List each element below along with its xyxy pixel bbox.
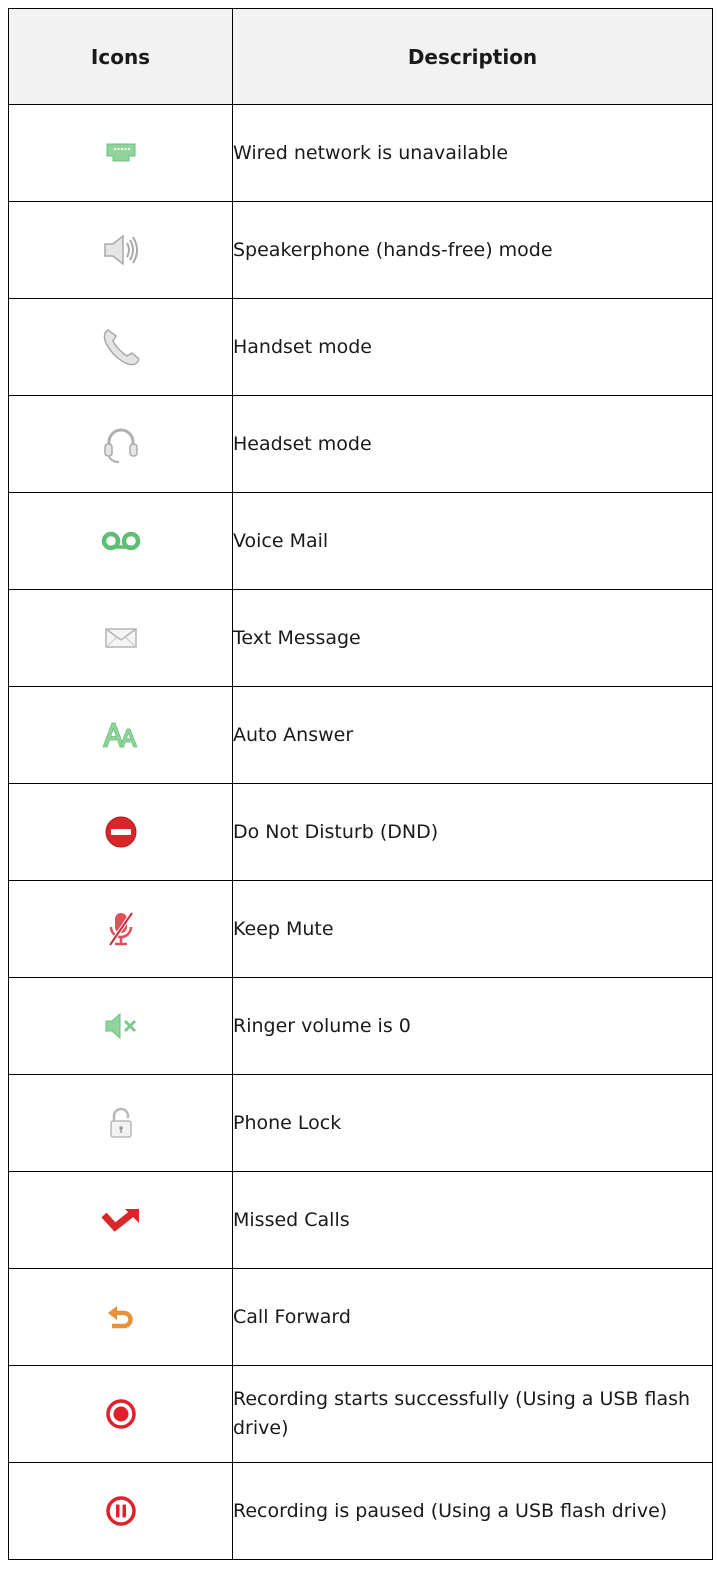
icon-description-table: Icons Description Wired network is unava… [8,8,713,1560]
icon-cell [8,589,233,687]
icon-cell [8,104,233,202]
row-description: Speakerphone (hands-free) mode [232,201,713,299]
table-row: Handset mode [8,298,713,396]
row-description: Handset mode [232,298,713,396]
page: Icons Description Wired network is unava… [0,0,717,1580]
icon-cell [8,492,233,590]
row-description: Call Forward [232,1268,713,1366]
row-description: Wired network is unavailable [232,104,713,202]
wired-network-unavailable-icon [106,143,135,162]
table-row: Wired network is unavailable [8,104,713,202]
icon-cell [8,1171,233,1269]
row-description: Voice Mail [232,492,713,590]
recording-paused-icon [105,1496,136,1526]
keep-mute-icon [107,911,134,947]
icon-cell [8,686,233,784]
call-forward-icon [107,1306,133,1329]
table-row: Voice Mail [8,492,713,590]
icon-cell [8,395,233,493]
icon-cell [8,1462,233,1560]
row-description: Ringer volume is 0 [232,977,713,1075]
headset-icon [103,428,138,463]
icon-cell [8,1074,233,1172]
auto-answer-icon [101,722,138,748]
header-icons: Icons [8,8,233,105]
text-message-icon [104,628,137,648]
icon-cell [8,880,233,978]
table-row: Recording is paused (Using a USB flash d… [8,1462,713,1560]
table-row: Ringer volume is 0 [8,977,713,1075]
row-description: Do Not Disturb (DND) [232,783,713,881]
recording-started-icon [105,1399,136,1429]
row-description: Keep Mute [232,880,713,978]
row-description: Phone Lock [232,1074,713,1172]
icon-cell [8,201,233,299]
phone-lock-icon [109,1107,132,1138]
table-row: Auto Answer [8,686,713,784]
table-row: Keep Mute [8,880,713,978]
icon-cell [8,977,233,1075]
table-row: Text Message [8,589,713,687]
icon-cell [8,1365,233,1463]
handset-icon [103,329,140,366]
table-row: Do Not Disturb (DND) [8,783,713,881]
icon-cell [8,783,233,881]
table-row: Phone Lock [8,1074,713,1172]
row-description: Headset mode [232,395,713,493]
ringer-volume-zero-icon [105,1012,136,1040]
row-description: Text Message [232,589,713,687]
row-description: Auto Answer [232,686,713,784]
table-row: Call Forward [8,1268,713,1366]
header-description: Description [232,8,713,105]
row-description: Recording is paused (Using a USB flash d… [232,1462,713,1560]
speakerphone-icon [103,234,138,266]
table-row: Recording starts successfully (Using a U… [8,1365,713,1463]
table-header-row: Icons Description [8,8,713,105]
do-not-disturb-icon [105,816,136,848]
icon-cell [8,298,233,396]
icon-cell [8,1268,233,1366]
voice-mail-icon [101,531,140,551]
table-row: Missed Calls [8,1171,713,1269]
missed-calls-icon [100,1209,139,1232]
row-description: Recording starts successfully (Using a U… [232,1365,713,1463]
table-row: Headset mode [8,395,713,493]
row-description: Missed Calls [232,1171,713,1269]
table-row: Speakerphone (hands-free) mode [8,201,713,299]
